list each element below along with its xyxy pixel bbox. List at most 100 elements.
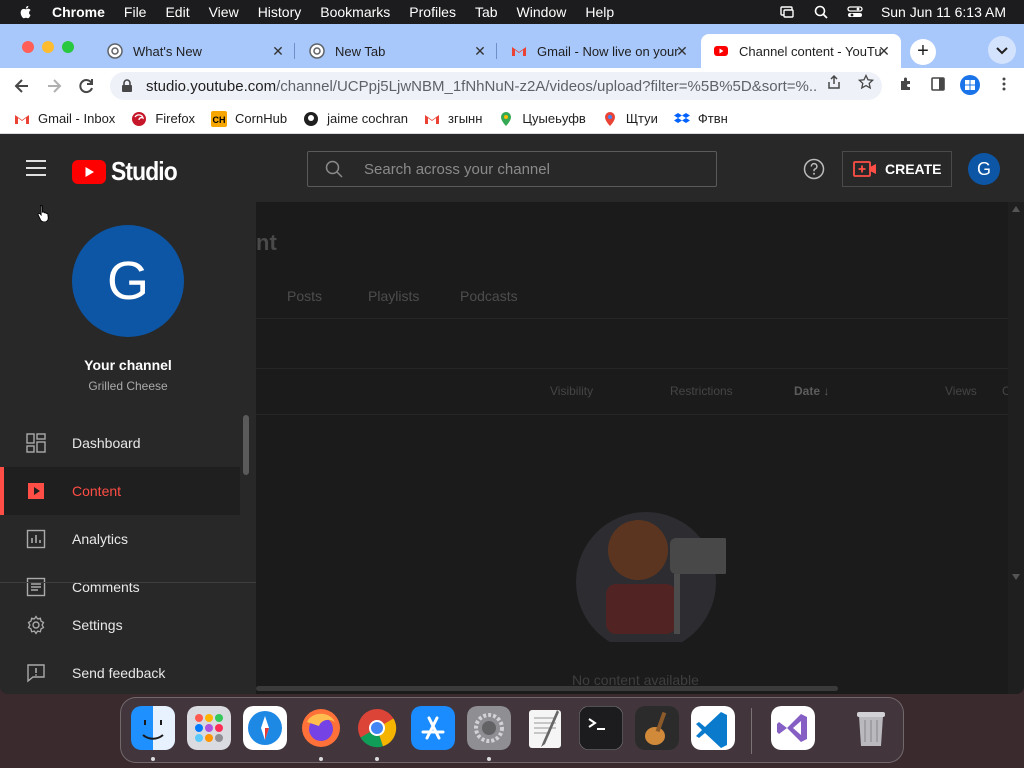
tab-new-tab[interactable]: New Tab ✕ (297, 34, 497, 68)
tab-separator (294, 43, 295, 59)
textedit-icon[interactable] (523, 706, 567, 750)
create-button[interactable]: CREATE (842, 151, 952, 187)
safari-icon[interactable] (243, 706, 287, 750)
menu-clock[interactable]: Sun Jun 11 6:13 AM (881, 4, 1006, 20)
menu-profiles[interactable]: Profiles (409, 4, 456, 20)
sidebar-item-content[interactable]: Content (0, 467, 240, 515)
app-store-icon[interactable] (411, 706, 455, 750)
scroll-up-arrow-icon[interactable] (1012, 206, 1020, 212)
macos-dock (120, 697, 904, 763)
system-settings-icon[interactable] (467, 706, 511, 750)
trash-icon[interactable] (849, 706, 893, 750)
channel-title[interactable]: Your channel (0, 357, 256, 373)
tab-channel-content[interactable]: Channel content - YouTu ✕ (701, 34, 901, 68)
bookmark-zgynn[interactable]: згынн (424, 111, 482, 127)
youtube-studio-page: Studio Search across your channel CREATE… (0, 134, 1024, 694)
horizontal-scrollbar[interactable] (256, 686, 838, 691)
channel-search-input[interactable]: Search across your channel (307, 151, 717, 187)
tab-title: New Tab (335, 43, 386, 59)
svg-text:CH: CH (213, 115, 226, 125)
lock-icon[interactable] (120, 79, 134, 93)
hamburger-menu-icon[interactable] (26, 160, 46, 176)
column-date[interactable]: Date ↓ (794, 384, 829, 398)
column-visibility[interactable]: Visibility (550, 384, 593, 398)
column-views[interactable]: Views (945, 384, 977, 398)
share-icon[interactable] (826, 74, 842, 90)
maps-pin-icon (604, 111, 615, 126)
studio-logo[interactable]: Studio (72, 156, 186, 187)
reload-icon[interactable] (76, 76, 96, 96)
active-indicator (0, 467, 4, 515)
chrome-icon[interactable] (355, 706, 399, 750)
bookmark-dropbox[interactable]: Фтвн (673, 111, 728, 127)
scroll-down-arrow-icon[interactable] (1012, 574, 1020, 580)
extensions-puzzle-icon[interactable] (898, 76, 914, 92)
bookmark-star-icon[interactable] (858, 74, 874, 90)
tab-gmail[interactable]: Gmail - Now live on your ✕ (499, 34, 699, 68)
filter-divider (256, 368, 1024, 369)
menu-help[interactable]: Help (585, 4, 614, 20)
bookmark-gmail-inbox[interactable]: Gmail - Inbox (14, 111, 115, 127)
channel-avatar[interactable]: G (72, 225, 184, 337)
menu-bookmarks[interactable]: Bookmarks (320, 4, 390, 20)
menu-tab[interactable]: Tab (475, 4, 498, 20)
garageband-icon[interactable] (635, 706, 679, 750)
sidebar-item-dashboard[interactable]: Dashboard (0, 419, 240, 467)
studio-wordmark: Studio (111, 156, 178, 186)
account-avatar[interactable]: G (968, 153, 1000, 185)
sidebar-item-send-feedback[interactable]: Send feedback (0, 649, 240, 694)
visual-studio-icon[interactable] (771, 706, 815, 750)
menu-window[interactable]: Window (517, 4, 567, 20)
sidebar-item-settings[interactable]: Settings (0, 601, 240, 649)
tab-playlists[interactable]: Playlists (368, 288, 419, 304)
menu-app-name[interactable]: Chrome (52, 4, 105, 20)
chrome-icon (107, 43, 123, 59)
help-icon[interactable] (803, 158, 825, 180)
close-tab-icon[interactable]: ✕ (877, 44, 891, 58)
bookmark-firefox[interactable]: Firefox (131, 111, 195, 127)
bookmark-label: CornHub (235, 111, 288, 126)
side-panel-icon[interactable] (930, 76, 946, 92)
dock-separator (751, 708, 752, 754)
address-bar[interactable]: studio.youtube.com/channel/UCPpj5LjwNBM_… (110, 72, 882, 100)
profile-windows-icon[interactable] (960, 75, 980, 95)
menu-history[interactable]: History (258, 4, 302, 20)
bookmark-jaime-cochran[interactable]: jaime cochran (303, 111, 408, 127)
menu-edit[interactable]: Edit (165, 4, 189, 20)
zoom-window-button[interactable] (62, 41, 74, 53)
minimize-window-button[interactable] (42, 41, 54, 53)
forward-icon[interactable] (44, 76, 64, 96)
spotlight-search-icon[interactable] (813, 4, 829, 20)
close-window-button[interactable] (22, 41, 34, 53)
url-text[interactable]: studio.youtube.com/channel/UCPpj5LjwNBM_… (146, 78, 816, 95)
firefox-icon[interactable] (299, 706, 343, 750)
new-tab-button[interactable]: + (910, 39, 936, 65)
sidebar-item-analytics[interactable]: Analytics (0, 515, 240, 563)
drawer-scrollbar[interactable] (243, 415, 249, 475)
arrow-down-icon: ↓ (823, 384, 830, 398)
tab-search-button[interactable] (988, 36, 1016, 64)
column-restrictions[interactable]: Restrictions (670, 384, 733, 398)
tab-whats-new[interactable]: What's New ✕ (95, 34, 295, 68)
finder-icon[interactable] (131, 706, 175, 750)
control-center-icon[interactable] (847, 4, 863, 20)
screen-mirroring-icon[interactable] (779, 4, 795, 20)
bookmark-maps-1[interactable]: Цуыеьуфв (498, 111, 586, 127)
tab-posts[interactable]: Posts (287, 288, 322, 304)
vscode-icon[interactable] (691, 706, 735, 750)
bookmark-maps-2[interactable]: Щтуи (602, 111, 658, 127)
launchpad-icon[interactable] (187, 706, 231, 750)
back-icon[interactable] (12, 76, 32, 96)
close-tab-icon[interactable]: ✕ (675, 44, 689, 58)
menu-view[interactable]: View (209, 4, 239, 20)
bookmark-cornhub[interactable]: CH CornHub (211, 110, 288, 127)
tab-podcasts[interactable]: Podcasts (460, 288, 518, 304)
close-tab-icon[interactable]: ✕ (271, 44, 285, 58)
apple-logo-icon[interactable] (18, 4, 34, 20)
close-tab-icon[interactable]: ✕ (473, 44, 487, 58)
kebab-menu-icon[interactable] (996, 76, 1012, 92)
vertical-scrollbar[interactable] (1008, 202, 1024, 694)
terminal-icon[interactable] (579, 706, 623, 750)
menu-file[interactable]: File (124, 4, 147, 20)
sidebar-item-label: Settings (72, 617, 123, 633)
